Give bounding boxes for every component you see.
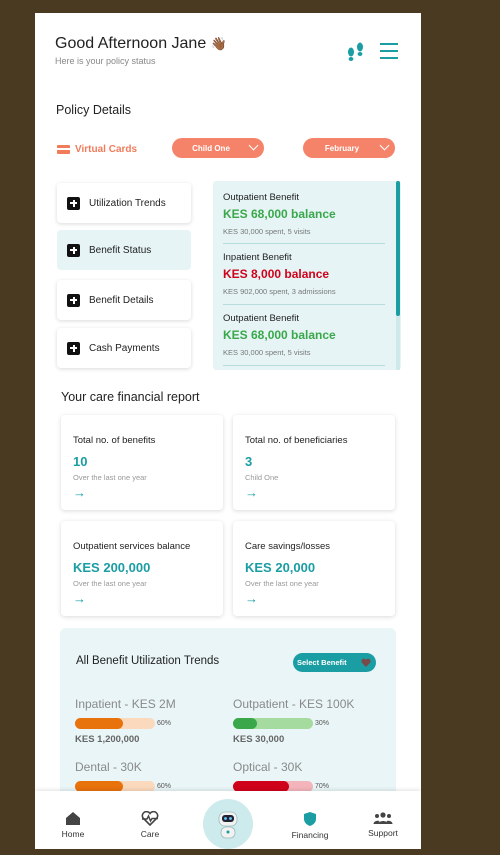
robot-assistant-button[interactable] bbox=[203, 799, 253, 849]
report-card-outpatient-balance[interactable]: Outpatient services balance KES 200,000 … bbox=[61, 521, 223, 616]
nav-label: Support bbox=[368, 828, 398, 838]
policy-details-title: Policy Details bbox=[56, 103, 132, 117]
trend-label: Inpatient - KES 2M bbox=[75, 697, 176, 711]
trend-bar-fill bbox=[233, 718, 257, 729]
trend-percent: 70% bbox=[315, 783, 330, 790]
benefit-name: Inpatient Benefit bbox=[223, 252, 292, 263]
report-card-beneficiaries[interactable]: Total no. of beneficiaries 3 Child One → bbox=[233, 415, 395, 510]
report-card-value: 3 bbox=[245, 454, 253, 469]
trend-label: Optical - 30K bbox=[233, 760, 303, 774]
benefit-balance: KES 68,000 balance bbox=[223, 207, 336, 221]
greeting-subtitle: Here is your policy status bbox=[55, 56, 156, 66]
arrow-right-icon[interactable]: → bbox=[73, 485, 86, 500]
benefit-list[interactable]: Outpatient Benefit KES 68,000 balance KE… bbox=[213, 181, 401, 370]
nav-care[interactable]: Care bbox=[120, 811, 180, 839]
select-benefit-button[interactable]: Select Benefit bbox=[293, 653, 376, 672]
report-card-benefits[interactable]: Total no. of benefits 10 Over the last o… bbox=[61, 415, 223, 510]
divider bbox=[223, 243, 385, 244]
plus-icon bbox=[67, 341, 80, 355]
trend-amount: KES 30,000 bbox=[233, 734, 285, 745]
people-icon bbox=[373, 812, 393, 824]
report-card-title: Total no. of beneficiaries bbox=[245, 435, 348, 446]
menu-item-label: Benefit Status bbox=[89, 244, 152, 256]
nav-financing[interactable]: Financing bbox=[280, 811, 340, 840]
report-card-value: KES 200,000 bbox=[73, 560, 151, 575]
arrow-right-icon[interactable]: → bbox=[245, 485, 258, 500]
select-benefit-label: Select Benefit bbox=[297, 658, 347, 667]
plus-icon bbox=[67, 243, 80, 257]
menu-item-cash-payments[interactable]: Cash Payments bbox=[57, 328, 191, 368]
report-card-sub: Over the last one year bbox=[73, 579, 147, 588]
month-select-value: February bbox=[324, 143, 360, 153]
benefit-balance: KES 68,000 balance bbox=[223, 328, 336, 342]
report-card-sub: Over the last one year bbox=[73, 473, 147, 482]
virtual-cards-link[interactable]: Virtual Cards bbox=[57, 144, 137, 155]
heart-icon bbox=[361, 658, 371, 667]
divider bbox=[223, 365, 385, 366]
menu-item-benefit-status[interactable]: Benefit Status bbox=[57, 230, 191, 270]
trend-percent: 60% bbox=[157, 720, 172, 727]
trend-bar-fill bbox=[75, 718, 123, 729]
menu-item-utilization-trends[interactable]: Utilization Trends bbox=[57, 183, 191, 223]
nav-label: Financing bbox=[291, 830, 329, 840]
nav-home[interactable]: Home bbox=[43, 811, 103, 839]
trend-label: Outpatient - KES 100K bbox=[233, 697, 355, 711]
arrow-right-icon[interactable]: → bbox=[245, 591, 258, 606]
menu-item-label: Cash Payments bbox=[89, 342, 160, 354]
chevron-down-icon bbox=[248, 140, 259, 151]
benefit-name: Outpatient Benefit bbox=[223, 313, 300, 324]
trend-label: Dental - 30K bbox=[75, 760, 142, 774]
credit-card-icon bbox=[57, 145, 70, 154]
trends-title: All Benefit Utilization Trends bbox=[76, 655, 220, 667]
app-screen: Good Afternoon Jane 👋🏾 Here is your poli… bbox=[35, 13, 421, 849]
benefit-detail: KES 30,000 spent, 5 visits bbox=[223, 227, 311, 236]
menu-item-label: Benefit Details bbox=[89, 294, 154, 306]
report-card-savings[interactable]: Care savings/losses KES 20,000 Over the … bbox=[233, 521, 395, 616]
benefit-detail: KES 30,000 spent, 5 visits bbox=[223, 348, 311, 357]
virtual-cards-label: Virtual Cards bbox=[75, 144, 138, 155]
shield-icon bbox=[304, 812, 316, 826]
report-card-sub: Over the last one year bbox=[245, 579, 319, 588]
nav-support[interactable]: Support bbox=[353, 811, 413, 838]
nav-label: Care bbox=[140, 829, 160, 839]
member-select[interactable]: Child One bbox=[172, 138, 264, 158]
benefit-balance: KES 8,000 balance bbox=[223, 267, 330, 281]
report-title: Your care financial report bbox=[61, 390, 200, 404]
benefit-item[interactable]: Outpatient Benefit KES 68,000 balance KE… bbox=[223, 192, 389, 236]
report-card-title: Care savings/losses bbox=[245, 541, 331, 552]
wave-emoji: 👋🏾 bbox=[210, 36, 227, 51]
report-card-title: Total no. of benefits bbox=[73, 435, 156, 446]
greeting-row: Good Afternoon Jane 👋🏾 bbox=[55, 35, 227, 53]
benefit-item[interactable]: Inpatient Benefit KES 8,000 balance KES … bbox=[223, 252, 389, 296]
plus-icon bbox=[67, 293, 80, 307]
report-card-value: KES 20,000 bbox=[245, 560, 316, 575]
report-card-title: Outpatient services balance bbox=[73, 541, 191, 552]
plus-icon bbox=[67, 196, 80, 210]
trend-amount: KES 1,200,000 bbox=[75, 734, 140, 745]
divider bbox=[223, 304, 385, 305]
trend-percent: 30% bbox=[315, 720, 330, 727]
nav-label: Home bbox=[61, 829, 85, 839]
benefit-scrollbar-thumb[interactable] bbox=[396, 181, 400, 316]
chevron-down-icon bbox=[379, 140, 390, 151]
home-icon bbox=[66, 812, 80, 825]
robot-assistant-icon bbox=[218, 811, 238, 839]
menu-item-benefit-details[interactable]: Benefit Details bbox=[57, 280, 191, 320]
benefit-item[interactable]: Outpatient Benefit KES 68,000 balance KE… bbox=[223, 313, 389, 357]
footsteps-icon[interactable] bbox=[345, 40, 367, 62]
menu-item-label: Utilization Trends bbox=[89, 197, 166, 209]
hamburger-menu-icon[interactable] bbox=[380, 43, 398, 59]
report-card-sub: Child One bbox=[245, 473, 279, 482]
trend-percent: 60% bbox=[157, 783, 172, 790]
benefit-detail: KES 902,000 spent, 3 admissions bbox=[223, 287, 336, 296]
benefit-name: Outpatient Benefit bbox=[223, 192, 300, 203]
report-card-value: 10 bbox=[73, 454, 88, 469]
month-select[interactable]: February bbox=[303, 138, 395, 158]
arrow-right-icon[interactable]: → bbox=[73, 591, 86, 606]
greeting-text: Good Afternoon Jane bbox=[55, 35, 207, 52]
heartbeat-icon bbox=[141, 811, 159, 826]
member-select-value: Child One bbox=[192, 143, 230, 153]
